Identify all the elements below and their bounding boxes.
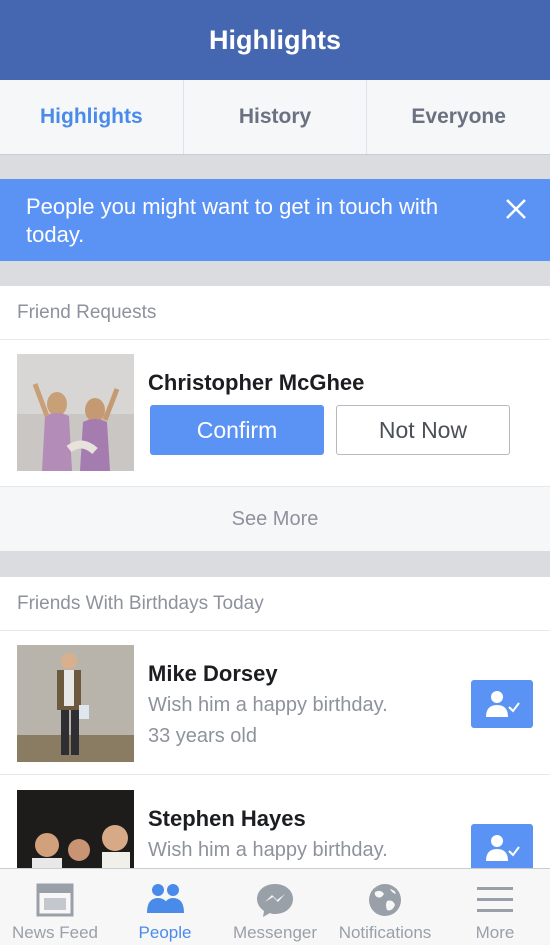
news-feed-icon [36, 883, 74, 917]
menu-icon [477, 887, 513, 912]
bottom-tab-bar: News Feed People Messenger Notifications… [0, 868, 550, 945]
tab-notifications-label: Notifications [338, 923, 432, 942]
see-more-button[interactable]: See More [0, 486, 550, 551]
messenger-icon [257, 884, 293, 917]
friend-requests-header: Friend Requests [0, 286, 550, 340]
people-icon [147, 884, 184, 913]
birthday-name-mike[interactable]: Mike Dorsey [148, 661, 278, 687]
friend-request-photo[interactable] [17, 354, 134, 471]
friend-check-icon [486, 835, 520, 861]
tab-notifications[interactable]: Notifications [330, 869, 440, 945]
tab-more-label: More [475, 923, 515, 942]
not-now-button[interactable]: Not Now [336, 405, 510, 455]
tab-everyone[interactable]: Everyone [367, 80, 550, 154]
birthdays-card: Friends With Birthdays Today Mike Dorsey… [0, 577, 550, 872]
birthday-message-stephen: Wish him a happy birthday. [148, 839, 388, 861]
tab-highlights[interactable]: Highlights [0, 80, 184, 154]
nav-bar: Highlights [0, 0, 550, 80]
tab-messenger-label: Messenger [232, 923, 318, 942]
birthday-photo-stephen[interactable] [17, 790, 134, 868]
friend-request-name[interactable]: Christopher McGhee [148, 370, 364, 396]
tab-history[interactable]: History [184, 80, 368, 154]
birthday-age-mike: 33 years old [148, 725, 257, 747]
banner-text: People you might want to get in touch wi… [26, 194, 439, 247]
birthday-name-stephen[interactable]: Stephen Hayes [148, 806, 306, 832]
confirm-button[interactable]: Confirm [150, 405, 324, 455]
close-icon[interactable] [504, 197, 528, 221]
app-screen: Highlights Highlights History Everyone P… [0, 0, 550, 945]
segmented-tabs: Highlights History Everyone [0, 80, 550, 155]
row-divider [0, 774, 550, 775]
birthday-photo-mike[interactable] [17, 645, 134, 762]
tab-messenger[interactable]: Messenger [220, 869, 330, 945]
tab-news-feed-label: News Feed [12, 923, 98, 942]
tab-more[interactable]: More [440, 869, 550, 945]
tab-people-label: People [138, 923, 192, 942]
birthdays-header: Friends With Birthdays Today [0, 577, 550, 631]
tab-people[interactable]: People [110, 869, 220, 945]
friend-check-icon [486, 691, 520, 717]
globe-icon [369, 884, 401, 916]
wish-birthday-button-stephen[interactable] [471, 824, 533, 872]
tab-news-feed[interactable]: News Feed [0, 869, 110, 945]
friend-requests-card: Friend Requests Christopher McGhee Confi… [0, 286, 550, 551]
info-banner: People you might want to get in touch wi… [0, 179, 550, 261]
birthday-message-mike: Wish him a happy birthday. [148, 694, 388, 716]
page-title: Highlights [209, 24, 341, 55]
wish-birthday-button-mike[interactable] [471, 680, 533, 728]
